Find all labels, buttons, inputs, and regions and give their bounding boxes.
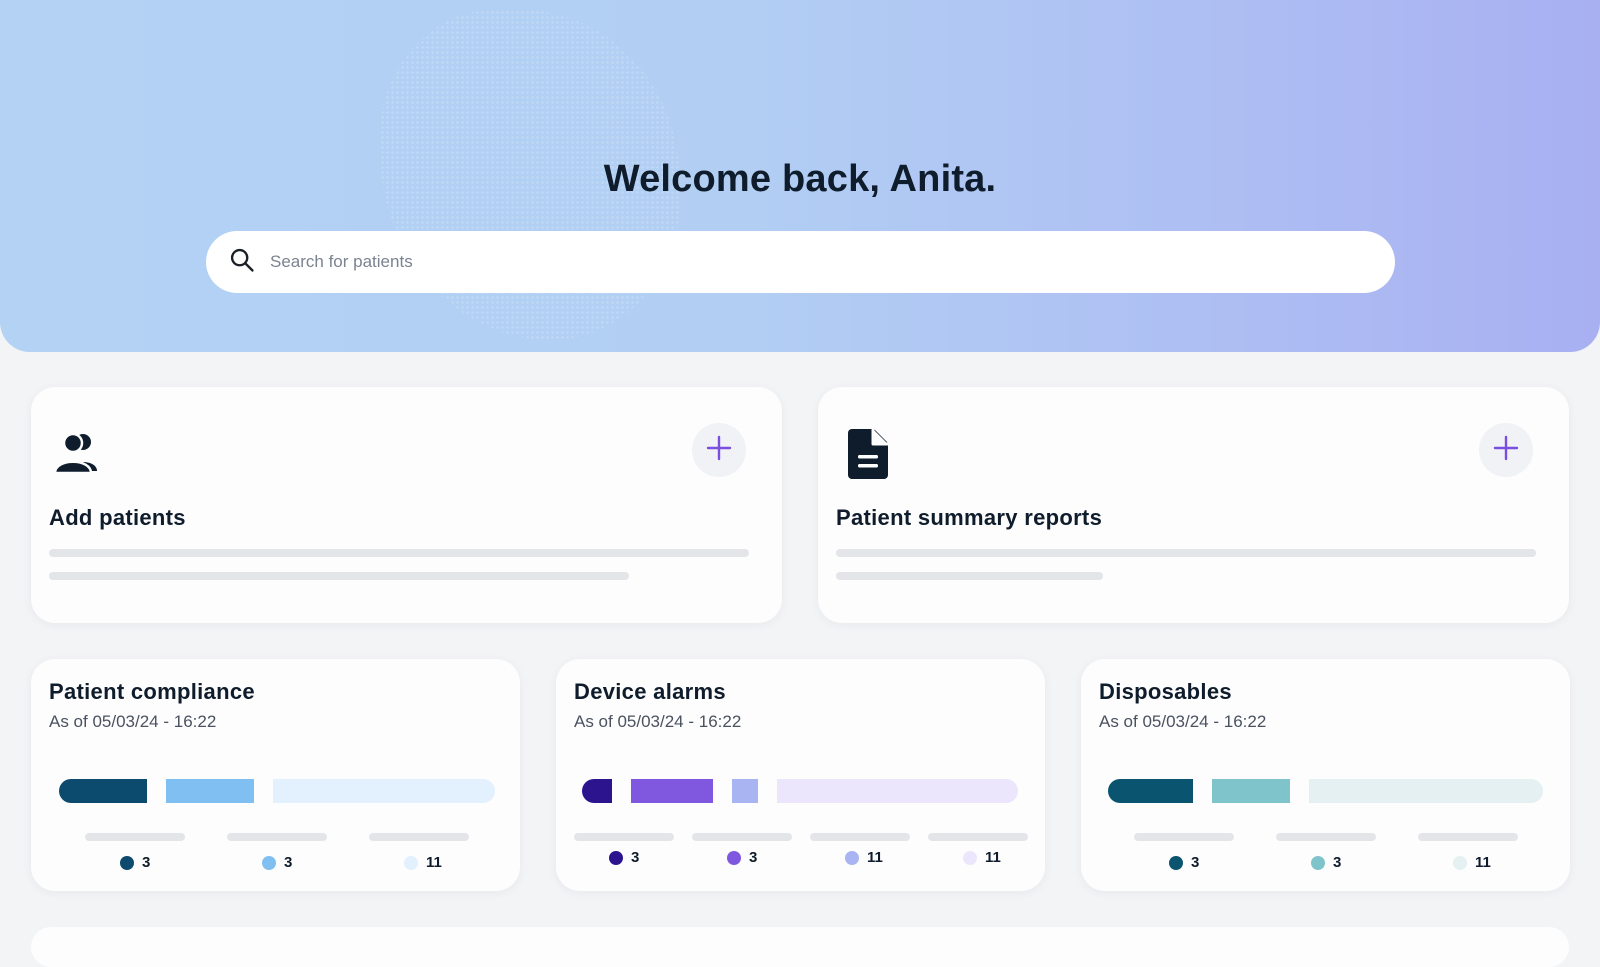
stat-timestamp: As of 05/03/24 - 16:22 [1099, 712, 1267, 731]
legend-value: 11 [867, 849, 883, 866]
legend-dot [845, 850, 859, 865]
add-patients-plus-button[interactable] [692, 423, 746, 477]
skeleton-line [1276, 833, 1376, 841]
legend-value: 3 [142, 854, 151, 871]
document-icon [848, 429, 888, 484]
patient-compliance-card[interactable]: Patient compliance As of 05/03/24 - 16:2… [31, 659, 520, 891]
device-alarms-card[interactable]: Device alarms As of 05/03/24 - 16:22 3 3… [556, 659, 1045, 891]
stat-title: Device alarms [574, 679, 726, 704]
skeleton-line [810, 833, 910, 841]
disposables-card[interactable]: Disposables As of 05/03/24 - 16:22 3 3 1… [1081, 659, 1570, 891]
skeleton-line [85, 833, 185, 841]
skeleton-line [692, 833, 792, 841]
stat-timestamp: As of 05/03/24 - 16:22 [49, 712, 217, 731]
bar-segment [1212, 779, 1290, 803]
legend-value: 11 [1475, 854, 1491, 871]
skeleton-line [49, 572, 629, 580]
stat-title: Patient compliance [49, 679, 255, 704]
bar-segment [1309, 779, 1543, 803]
search-icon [228, 246, 256, 279]
skeleton-line [227, 833, 327, 841]
legend-item: 3 [727, 849, 757, 866]
legend-dot [963, 850, 977, 865]
plus-icon [1493, 435, 1519, 466]
welcome-title: Welcome back, Anita. [603, 158, 997, 200]
legend-dot [609, 850, 623, 865]
legend-item: 11 [845, 849, 883, 866]
legend-value: 11 [426, 854, 442, 871]
plus-icon [706, 435, 732, 466]
patient-search-bar[interactable] [206, 231, 1395, 293]
bar-segment [631, 779, 713, 803]
users-icon [53, 431, 109, 480]
hero-banner: Welcome back, Anita. [0, 0, 1600, 352]
skeleton-line [49, 549, 749, 557]
legend-item: 11 [1453, 854, 1491, 871]
legend-item: 3 [262, 854, 292, 871]
bar-segment [59, 779, 147, 803]
legend-dot [262, 855, 276, 870]
legend-dot [120, 855, 134, 870]
add-patients-card[interactable]: Add patients [31, 387, 782, 623]
card-title: Patient summary reports [836, 505, 1103, 530]
skeleton-line [836, 549, 1536, 557]
skeleton-line [836, 572, 1103, 580]
legend-item: 3 [1311, 854, 1341, 871]
skeleton-line [369, 833, 469, 841]
stat-title: Disposables [1099, 679, 1232, 704]
skeleton-line [574, 833, 674, 841]
card-title: Add patients [49, 505, 186, 530]
legend-item: 11 [404, 854, 442, 871]
bar-segment [273, 779, 495, 803]
legend-value: 3 [284, 854, 293, 871]
patient-summary-plus-button[interactable] [1479, 423, 1533, 477]
skeleton-line [1418, 833, 1518, 841]
search-input[interactable] [270, 252, 1350, 272]
next-card-partial [31, 927, 1569, 967]
bar-segment [1108, 779, 1193, 803]
skeleton-line [928, 833, 1028, 841]
legend-item: 11 [963, 849, 1001, 866]
skeleton-line [1134, 833, 1234, 841]
legend-value: 11 [985, 849, 1001, 866]
legend-item: 3 [1169, 854, 1199, 871]
patient-summary-reports-card[interactable]: Patient summary reports [818, 387, 1569, 623]
legend-item: 3 [609, 849, 639, 866]
bar-segment [582, 779, 612, 803]
bar-segment [166, 779, 254, 803]
legend-value: 3 [749, 849, 758, 866]
stat-timestamp: As of 05/03/24 - 16:22 [574, 712, 742, 731]
bar-segment [777, 779, 1018, 803]
legend-value: 3 [631, 849, 640, 866]
legend-value: 3 [1191, 854, 1200, 871]
legend-item: 3 [120, 854, 150, 871]
legend-dot [1169, 855, 1183, 870]
bar-segment [732, 779, 758, 803]
legend-dot [727, 850, 741, 865]
legend-dot [404, 855, 418, 870]
legend-dot [1311, 855, 1325, 870]
legend-value: 3 [1333, 854, 1342, 871]
legend-dot [1453, 855, 1467, 870]
